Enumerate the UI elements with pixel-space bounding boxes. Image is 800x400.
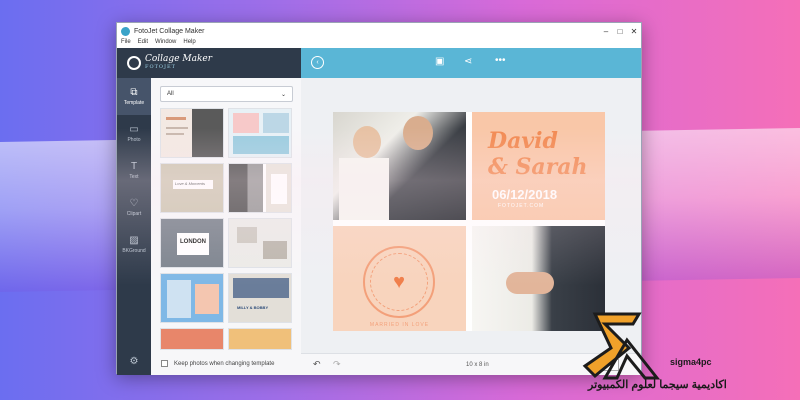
- text-icon: T: [130, 161, 138, 172]
- template-filter-dropdown[interactable]: All ⌄: [160, 86, 293, 102]
- template-thumbnails: Love & Moments LONDON MILLY & BOBBY: [160, 108, 293, 350]
- married-seal: ♥: [363, 246, 435, 318]
- side-nav: ⧉ Template ▭ Photo T Text ♡ Clipart ▨ BK…: [117, 78, 151, 375]
- save-icon[interactable]: ▣: [435, 56, 444, 67]
- template-thumb-2[interactable]: [228, 108, 292, 158]
- seal-cell[interactable]: ♥ MARRIED IN LOVE: [333, 226, 466, 331]
- app-window: FotoJet Collage Maker – □ ✕ File Edit Wi…: [116, 22, 642, 375]
- template-panel: All ⌄ Love & Moments LONDON MILLY & BOBB…: [151, 78, 301, 375]
- logo-subtitle: FOTOJET: [145, 64, 176, 70]
- undo-icon[interactable]: ↶: [313, 359, 321, 370]
- template-thumb-8[interactable]: MILLY & BOBBY: [228, 273, 292, 323]
- collage-brand: FOTOJET.COM: [498, 203, 545, 209]
- template-thumb-9[interactable]: [160, 328, 224, 350]
- background-icon: ▨: [129, 235, 139, 246]
- redo-icon[interactable]: ↷: [333, 359, 341, 370]
- canvas-size-label: 10 x 8 in: [466, 361, 489, 368]
- minimize-button[interactable]: –: [599, 27, 613, 36]
- maximize-button[interactable]: □: [613, 27, 627, 36]
- logo-icon: [127, 56, 141, 70]
- window-title: FotoJet Collage Maker: [134, 27, 205, 35]
- seal-text: MARRIED IN LOVE: [369, 322, 430, 328]
- logo: Collage Maker FOTOJET: [117, 48, 301, 78]
- keep-photos-option[interactable]: Keep photos when changing template: [161, 360, 274, 367]
- keep-photos-checkbox[interactable]: [161, 360, 168, 367]
- couple-names-line1: David: [488, 128, 558, 154]
- couple-names-line2: & Sarah: [488, 154, 588, 180]
- menu-window[interactable]: Window: [155, 39, 176, 48]
- watermark-brand: sigma4pc: [670, 357, 712, 367]
- nav-background-label: BKGround: [122, 248, 146, 254]
- menu-edit[interactable]: Edit: [138, 39, 148, 48]
- share-icon[interactable]: ⋖: [464, 56, 472, 67]
- keep-photos-label: Keep photos when changing template: [174, 360, 275, 367]
- template-thumb-7[interactable]: [160, 273, 224, 323]
- wedding-date: 06/12/2018: [492, 187, 558, 202]
- template-thumb-5-label: LONDON: [180, 239, 206, 245]
- nav-template[interactable]: ⧉ Template: [117, 78, 151, 115]
- template-thumb-6[interactable]: [228, 218, 292, 268]
- menu-help[interactable]: Help: [183, 39, 195, 48]
- settings-gear-icon[interactable]: ⚙: [117, 356, 151, 367]
- menu-file[interactable]: File: [121, 39, 131, 48]
- title-bar: FotoJet Collage Maker – □ ✕: [117, 23, 641, 39]
- top-toolbar: Collage Maker FOTOJET ‹ ▣ ⋖ •••: [117, 48, 641, 78]
- chevron-down-icon: ⌄: [280, 91, 286, 98]
- nav-photo[interactable]: ▭ Photo: [117, 115, 151, 152]
- template-thumb-3-label: Love & Moments: [175, 181, 206, 186]
- close-button[interactable]: ✕: [627, 27, 641, 36]
- menu-bar: File Edit Window Help: [117, 39, 641, 48]
- more-icon[interactable]: •••: [495, 55, 506, 66]
- nav-photo-label: Photo: [127, 137, 141, 143]
- nav-clipart-label: Clipart: [126, 211, 142, 217]
- template-icon: ⧉: [130, 87, 138, 98]
- nav-text-label: Text: [129, 174, 139, 180]
- app-icon: [121, 26, 130, 36]
- collage-canvas[interactable]: David & Sarah 06/12/2018 FOTOJET.COM ♥ M…: [333, 112, 605, 331]
- template-filter-value: All: [167, 91, 174, 97]
- watermark-arabic-text: اكاديمية سيجما لعلوم الكمبيوتر: [588, 379, 727, 391]
- photo-icon: ▭: [129, 124, 139, 135]
- template-thumb-3[interactable]: Love & Moments: [160, 163, 224, 213]
- title-cell[interactable]: David & Sarah 06/12/2018 FOTOJET.COM: [472, 112, 605, 220]
- template-thumb-5[interactable]: LONDON: [160, 218, 224, 268]
- back-icon[interactable]: ‹: [311, 56, 324, 69]
- template-thumb-1[interactable]: [160, 108, 224, 158]
- nav-clipart[interactable]: ♡ Clipart: [117, 189, 151, 226]
- photo-cell-couple[interactable]: [333, 112, 466, 220]
- nav-text[interactable]: T Text: [117, 152, 151, 189]
- template-thumb-8-label: MILLY & BOBBY: [237, 305, 269, 310]
- template-thumb-4[interactable]: [228, 163, 292, 213]
- nav-template-label: Template: [123, 100, 145, 106]
- heart-icon: ♡: [129, 198, 139, 209]
- template-thumb-10[interactable]: [228, 328, 292, 350]
- nav-background[interactable]: ▨ BKGround: [117, 226, 151, 263]
